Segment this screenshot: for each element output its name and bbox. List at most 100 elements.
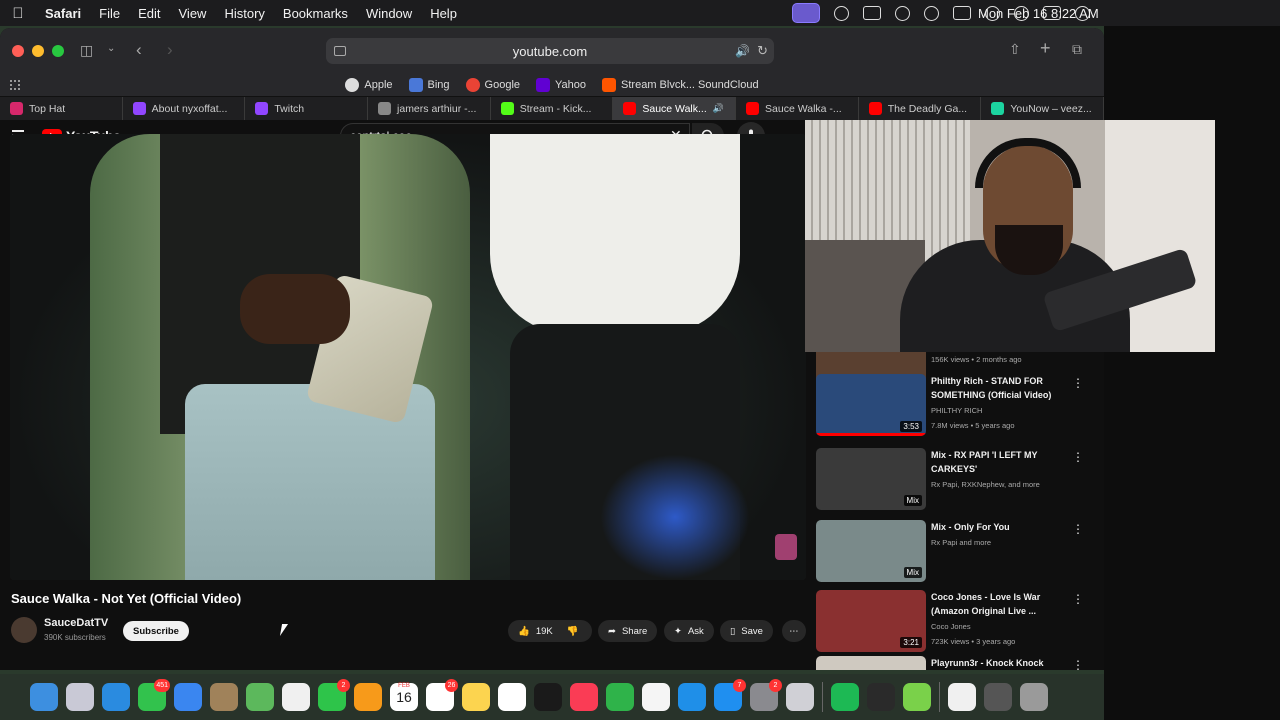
recommendation-title[interactable]: Playrunn3r - Knock Knock [931,656,1077,670]
mail-icon[interactable] [174,683,202,711]
tab-overview-icon[interactable]: ⧉ [1072,41,1082,58]
numbers-icon[interactable] [606,683,634,711]
finder-icon[interactable] [30,683,58,711]
tab-item[interactable]: Sauce Walka -... [736,97,859,120]
tab-audio-icon[interactable]: 🔊 [713,103,724,114]
headphones-icon[interactable] [895,5,910,21]
menu-edit[interactable]: Edit [129,6,169,21]
tab-item[interactable]: Top Hat [0,97,123,120]
screen-mirror-icon[interactable] [792,3,820,23]
zoom-window-button[interactable] [52,45,64,57]
address-bar[interactable]: youtube.com 🔊 ↻ [326,38,774,64]
freeform-icon[interactable] [498,683,526,711]
recommendation-title[interactable]: Philthy Rich - STAND FOR SOMETHING (Offi… [931,374,1077,402]
channel-avatar[interactable] [11,617,37,643]
keynote-icon[interactable] [678,683,706,711]
menu-window[interactable]: Window [357,6,421,21]
recommendation-thumbnail[interactable]: 3:53 [816,374,926,436]
back-icon[interactable]: ‹ [136,40,142,60]
tab-item[interactable]: jamers arthiur -... [368,97,491,120]
video-player[interactable] [10,134,806,580]
more-options-icon[interactable]: ⋮ [1072,658,1084,670]
sidebar-toggle-icon[interactable]: ◫ [80,42,93,59]
more-actions-button[interactable]: ⋯ [782,620,806,642]
document-icon[interactable] [948,683,976,711]
audio-playing-icon[interactable]: 🔊 [735,44,750,58]
tab-item[interactable]: Stream - Kick... [491,97,614,120]
save-button[interactable]: ▯ Save [720,620,773,642]
maps-icon[interactable] [246,683,274,711]
menu-bookmarks[interactable]: Bookmarks [274,6,357,21]
music-icon[interactable] [570,683,598,711]
more-options-icon[interactable]: ⋮ [1072,450,1084,464]
ask-button[interactable]: ✦ Ask [664,620,714,642]
battery-icon[interactable] [953,6,971,20]
recommendation-title[interactable]: Coco Jones - Love Is War (Amazon Origina… [931,590,1077,618]
grid-icon[interactable] [10,80,20,90]
like-count[interactable]: 19K [536,626,553,637]
recommendation-item[interactable]: Mix Mix - Only For You ⋮ Rx Papi and more [816,520,1098,586]
tv-icon[interactable] [534,683,562,711]
tab-item[interactable]: Twitch [245,97,369,120]
favorite-google[interactable]: Google [465,78,520,92]
menu-app[interactable]: Safari [36,6,90,21]
safari-icon[interactable] [102,683,130,711]
tab-item[interactable]: About nyxoffat... [123,97,246,120]
calendar-icon[interactable]: FEB 16 [390,683,418,711]
tab-item[interactable]: The Deadly Ga... [859,97,982,120]
news-icon[interactable] [642,683,670,711]
recommendation-title[interactable]: Mix - Only For You [931,520,1077,534]
spotify-icon[interactable] [831,683,859,711]
appstore-icon[interactable]: 7 [714,679,746,711]
favorite-bing[interactable]: Bing [408,78,450,92]
display-icon[interactable] [863,6,881,20]
recommendation-thumbnail[interactable]: 3:21 [816,590,926,652]
menu-file[interactable]: File [90,6,129,21]
creative-cloud-icon[interactable] [834,5,849,21]
menu-help[interactable]: Help [421,6,466,21]
menu-history[interactable]: History [215,6,273,21]
thumbs-up-icon[interactable]: 👍 [518,626,530,637]
close-window-button[interactable] [12,45,24,57]
tab-item[interactable]: YouNow – veez... [981,97,1104,120]
facetime-icon[interactable]: 2 [318,679,350,711]
new-tab-icon[interactable]: + [1040,38,1051,59]
menu-clock[interactable]: Mon Feb 16 8:22 AM [978,6,1099,21]
app-green-icon[interactable] [903,683,931,711]
tab-item[interactable]: Sauce Walk... 🔊 [613,97,737,120]
window-icon[interactable] [984,683,1012,711]
subscribe-button[interactable]: Subscribe [123,621,189,641]
more-options-icon[interactable]: ⋮ [1072,376,1084,390]
channel-name[interactable]: SauceDatTV [44,617,108,629]
chevron-down-icon[interactable]: ⌄ [107,43,115,54]
share-icon[interactable]: ⇧ [1009,41,1021,58]
share-button[interactable]: ➦ Share [598,620,658,642]
recommendation-thumbnail[interactable] [816,656,926,670]
obs-icon[interactable] [867,683,895,711]
apple-menu-icon[interactable]:  [0,5,36,22]
notes-brown-icon[interactable] [210,683,238,711]
reminders-icon[interactable]: 26 [426,679,458,711]
iphone-mirror-icon[interactable] [786,683,814,711]
launchpad-icon[interactable] [66,683,94,711]
photos-icon[interactable] [282,683,310,711]
recommendation-thumbnail[interactable]: Mix [816,520,926,582]
recommendation-item[interactable]: 3:53 Philthy Rich - STAND FOR SOMETHING (… [816,374,1098,440]
more-options-icon[interactable]: ⋮ [1072,592,1084,606]
reload-icon[interactable]: ↻ [757,43,768,59]
trash-icon[interactable] [1020,683,1048,711]
now-playing-icon[interactable] [924,5,939,21]
favorite-apple[interactable]: Apple [345,78,393,92]
recommendation-title[interactable]: Mix - RX PAPI 'I LEFT MY CARKEYS' [931,448,1077,476]
favorite-yahoo[interactable]: Yahoo [536,78,586,92]
pages-icon[interactable] [354,683,382,711]
recommendation-item[interactable]: Playrunn3r - Knock Knock ⋮ [816,656,1098,670]
menu-view[interactable]: View [170,6,216,21]
settings-icon[interactable]: 2 [750,679,782,711]
favorite-soundcloud[interactable]: Stream Blvck... SoundCloud [602,78,759,92]
recommendation-thumbnail[interactable]: Mix [816,448,926,510]
recommendation-item[interactable]: Mix Mix - RX PAPI 'I LEFT MY CARKEYS' ⋮ Rx … [816,448,1098,514]
thumbs-down-icon[interactable]: 👎 [567,626,579,637]
notes-icon[interactable] [462,683,490,711]
forward-icon[interactable]: › [167,40,173,60]
